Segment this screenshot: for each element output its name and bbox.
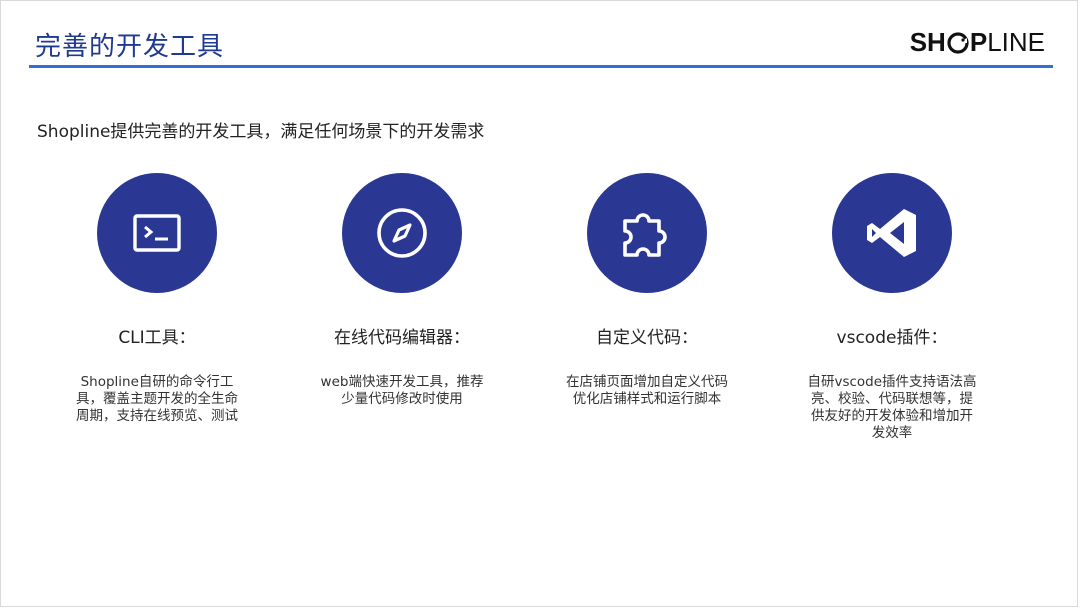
feature-icon-circle bbox=[97, 173, 217, 293]
feature-description: 在店铺页面增加自定义代码优化店铺样式和运行脚本 bbox=[566, 374, 728, 407]
slide-title: 完善的开发工具 bbox=[35, 32, 225, 62]
feature-title: 在线代码编辑器： bbox=[334, 328, 470, 348]
feature-list: CLI工具： Shopline自研的命令行工具，覆盖主题开发的全生命周期，支持在… bbox=[1, 173, 1079, 473]
slide: 完善的开发工具 SH P LINE Shopline提供完善的开发工具，满足任何… bbox=[0, 0, 1078, 607]
puzzle-icon bbox=[623, 213, 667, 257]
logo-o-icon bbox=[947, 31, 969, 54]
slide-subtitle: Shopline提供完善的开发工具，满足任何场景下的开发需求 bbox=[37, 122, 485, 142]
logo-text-sh: SH bbox=[909, 27, 946, 57]
feature-title: vscode插件： bbox=[836, 328, 948, 348]
feature-description: 自研vscode插件支持语法高亮、校验、代码联想等，提供友好的开发体验和增加开发… bbox=[807, 374, 977, 441]
vscode-icon bbox=[867, 209, 916, 257]
feature-online-editor: 在线代码编辑器： web端快速开发工具，推荐少量代码修改时使用 bbox=[302, 173, 502, 408]
feature-title: CLI工具： bbox=[118, 328, 196, 348]
feature-custom-code: 自定义代码： 在店铺页面增加自定义代码优化店铺样式和运行脚本 bbox=[547, 173, 747, 408]
logo-text-p: P bbox=[969, 27, 988, 57]
feature-description: Shopline自研的命令行工具，覆盖主题开发的全生命周期，支持在线预览、测试 bbox=[76, 374, 238, 424]
compass-icon bbox=[377, 208, 427, 258]
feature-icon-circle bbox=[342, 173, 462, 293]
logo-text-line: LINE bbox=[987, 27, 1045, 57]
feature-cli: CLI工具： Shopline自研的命令行工具，覆盖主题开发的全生命周期，支持在… bbox=[57, 173, 257, 425]
shopline-logo: SH P LINE bbox=[910, 27, 1045, 58]
title-underline bbox=[29, 65, 1053, 68]
terminal-icon bbox=[133, 214, 181, 252]
feature-title: 自定义代码： bbox=[596, 328, 698, 348]
feature-icon-circle bbox=[587, 173, 707, 293]
feature-icon-circle bbox=[832, 173, 952, 293]
feature-vscode-plugin: vscode插件： 自研vscode插件支持语法高亮、校验、代码联想等，提供友好… bbox=[792, 173, 992, 442]
feature-description: web端快速开发工具，推荐少量代码修改时使用 bbox=[320, 374, 484, 407]
